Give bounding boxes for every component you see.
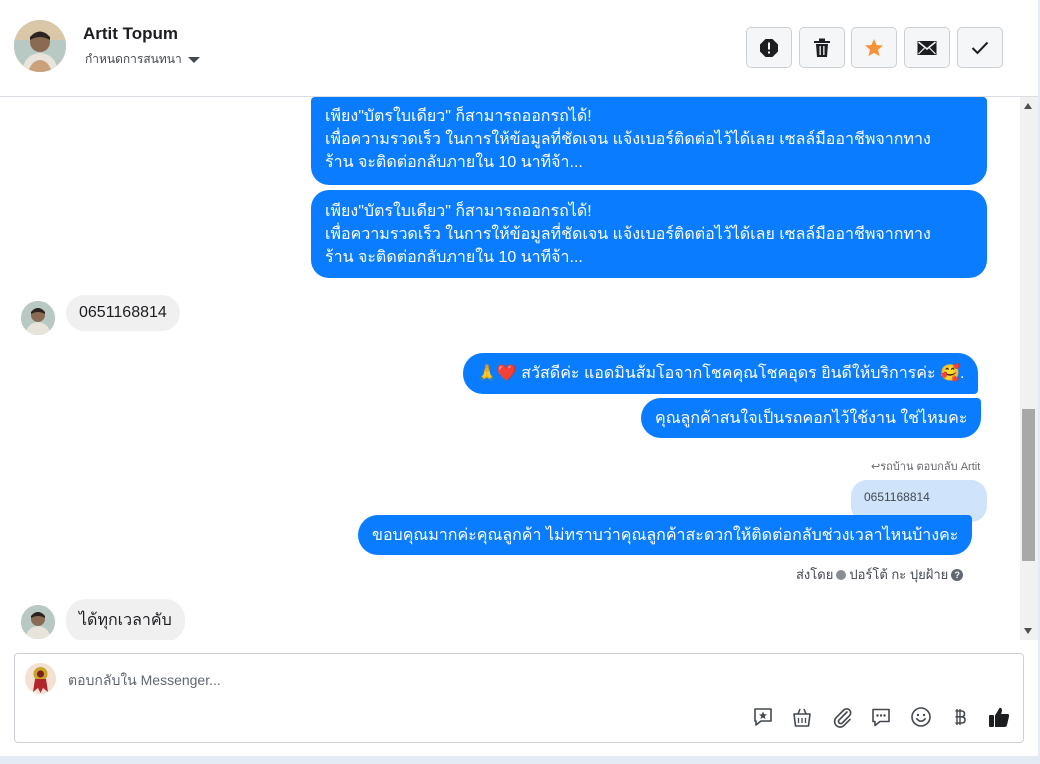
quick-reply-button[interactable]	[868, 704, 894, 730]
verified-icon	[836, 569, 847, 580]
chat-bubble-icon	[872, 708, 890, 727]
caret-down-icon	[187, 57, 200, 63]
contact-avatar[interactable]	[14, 20, 66, 72]
mark-unread-button[interactable]	[904, 27, 950, 68]
outgoing-message-greeting[interactable]: 🙏❤️ สวัสดีค่ะ แอดมินส้มโอจากโชคคุณโชคอุด…	[463, 353, 979, 394]
shop-bag-icon	[793, 708, 811, 727]
like-icon	[989, 707, 1010, 727]
scroll-up-icon[interactable]	[1024, 103, 1032, 109]
mark-done-button[interactable]	[957, 27, 1003, 68]
trash-icon	[814, 38, 830, 57]
thread-scrollbar[interactable]	[1020, 97, 1038, 640]
reply-indicator: ↩รถบ้าน ตอบกลับ Artit	[871, 457, 980, 475]
attachment-icon	[833, 708, 852, 728]
outgoing-message-promo-2[interactable]: เพียง"บัตรใบเดียว" ก็สามารถออกรถได้! เพื…	[311, 190, 987, 278]
help-icon[interactable]: ?	[951, 568, 964, 581]
saved-reply-icon	[754, 708, 772, 726]
emoji-icon	[911, 707, 931, 727]
reply-note-text: รถบ้าน ตอบกลับ Artit	[880, 461, 981, 473]
saved-replies-button[interactable]	[750, 704, 776, 730]
outgoing-message-question[interactable]: คุณลูกค้าสนใจเป็นรถคอกไว้ใช้งาน ใช่ไหมคะ	[641, 398, 982, 438]
reply-composer: ตอบกลับใน Messenger...	[14, 653, 1024, 743]
message-line: เพียง"บัตรใบเดียว" ก็สามารถออกรถได้!	[325, 108, 592, 125]
attach-button[interactable]	[829, 704, 855, 730]
scroll-down-icon[interactable]	[1024, 628, 1032, 634]
incoming-message-last[interactable]: ได้ทุกเวลาคับ	[66, 599, 185, 640]
contact-avatar-small	[21, 301, 55, 335]
message-line: เพื่อความรวดเร็ว ในการให้ข้อมูลที่ชัดเจน…	[325, 131, 931, 148]
assign-conversation-dropdown[interactable]: กำหนดการสนทนา	[85, 50, 200, 69]
check-icon	[971, 41, 989, 54]
star-icon	[865, 38, 883, 56]
mail-icon	[917, 40, 937, 55]
scroll-thumb[interactable]	[1022, 409, 1035, 561]
reply-input[interactable]: ตอบกลับใน Messenger...	[68, 670, 221, 692]
message-line: เพียง"บัตรใบเดียว" ก็สามารถออกรถได้!	[325, 203, 592, 220]
star-button[interactable]	[851, 27, 897, 68]
message-line: ร้าน จะติดต่อกลับภายใน 10 นาทีจ้า...	[325, 154, 583, 171]
assign-label: กำหนดการสนทนา	[85, 52, 182, 66]
sent-by-name: ปอร์โต้ กะ ปุยฝ้าย	[849, 567, 949, 582]
message-line: เพื่อความรวดเร็ว ในการให้ข้อมูลที่ชัดเจน…	[325, 226, 931, 243]
outgoing-message-thanks[interactable]: ขอบคุณมากค่ะคุณลูกค้า ไม่ทราบว่าคุณลูกค้…	[358, 515, 973, 555]
reply-arrow-icon: ↩	[871, 461, 881, 473]
page-avatar	[25, 663, 56, 694]
message-thread[interactable]: เพียง"บัตรใบเดียว" ก็สามารถออกรถได้! เพื…	[0, 97, 1020, 640]
shop-button[interactable]	[789, 704, 815, 730]
sent-by-info: ส่งโดย ปอร์โต้ กะ ปุยฝ้าย ?	[796, 564, 964, 585]
incoming-message-phone[interactable]: 0651168814	[66, 295, 180, 331]
contact-avatar-small	[21, 605, 55, 639]
emoji-button[interactable]	[908, 704, 934, 730]
payment-button[interactable]	[947, 704, 973, 730]
delete-button[interactable]	[799, 27, 845, 68]
baht-icon	[955, 709, 966, 725]
sent-by-label: ส่งโดย	[796, 567, 834, 582]
contact-name: Artit Topum	[83, 24, 179, 43]
send-like-button[interactable]	[986, 704, 1012, 730]
outgoing-message-promo-1[interactable]: เพียง"บัตรใบเดียว" ก็สามารถออกรถได้! เพื…	[311, 97, 987, 185]
mark-spam-button[interactable]	[746, 27, 792, 68]
spam-icon	[760, 38, 778, 57]
messenger-inbox-window: Artit Topum กำหนดการสนทนา เพียง"บัตรใบเด…	[0, 0, 1040, 764]
conversation-header: Artit Topum กำหนดการสนทนา	[0, 0, 1038, 97]
message-line: ร้าน จะติดต่อกลับภายใน 10 นาทีจ้า...	[325, 249, 583, 266]
